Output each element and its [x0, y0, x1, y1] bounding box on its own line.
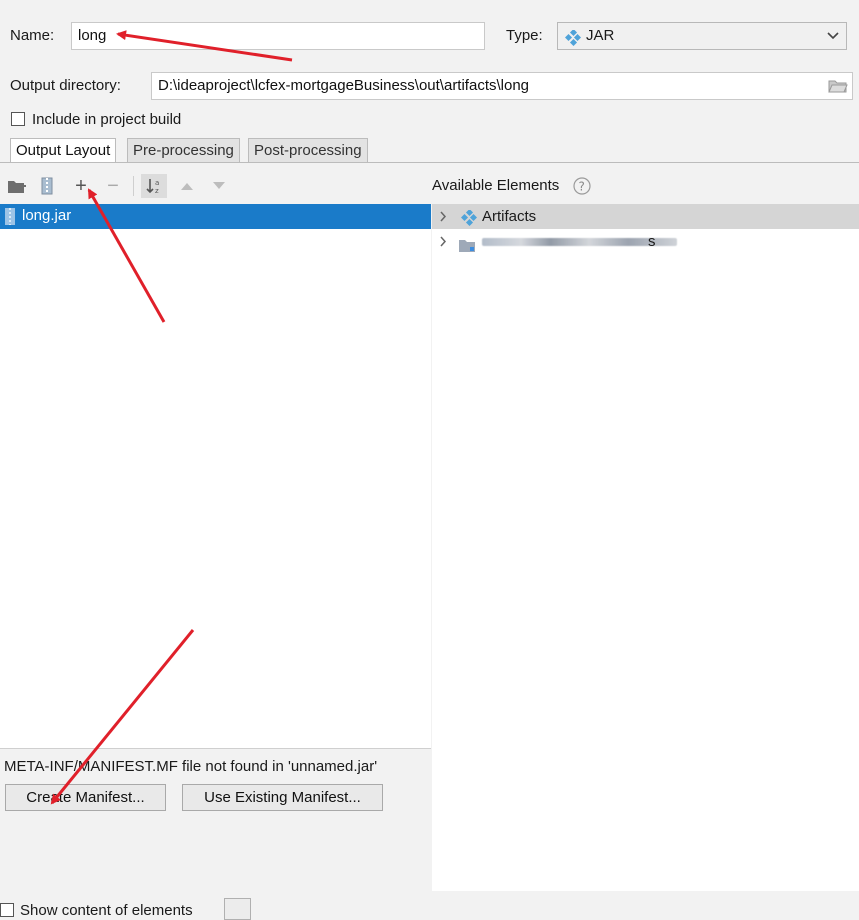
arrow-to-create-manifest-icon: [50, 629, 195, 805]
annotation-arrows: [50, 30, 293, 805]
arrow-to-name-icon: [116, 30, 293, 62]
arrow-to-add-icon: [87, 188, 166, 323]
